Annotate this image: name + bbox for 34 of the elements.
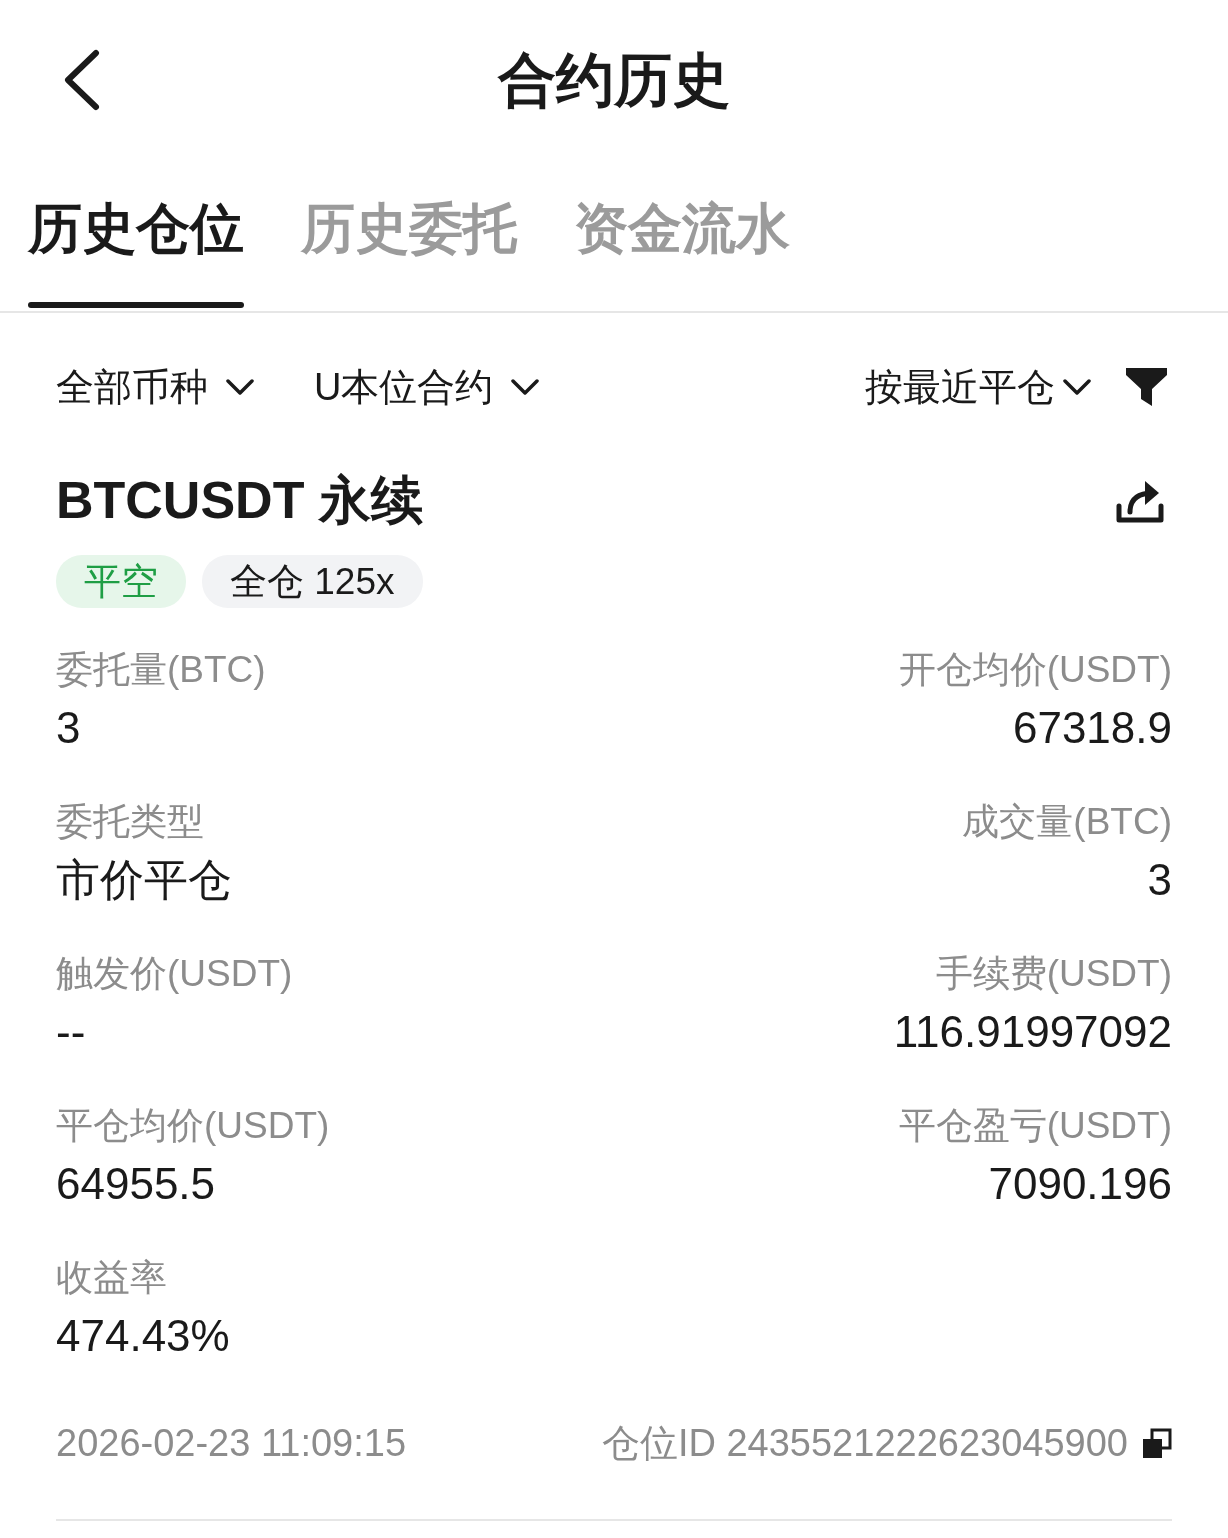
direction-tag: 平空 [56, 555, 186, 608]
field-label: 开仓均价(USDT) [898, 648, 1172, 692]
field-label: 委托类型 [56, 800, 204, 844]
field-value: 67318.9 [1012, 702, 1172, 754]
field-label: 手续费(USDT) [935, 952, 1172, 996]
close-time: 2026-02-23 11:09:15 [56, 1421, 407, 1466]
field-value: 116.91997092 [893, 1006, 1172, 1058]
field-label: 平仓盈亏(USDT) [898, 1104, 1172, 1148]
chevron-down-icon [226, 379, 254, 395]
chevron-down-icon [1063, 379, 1091, 395]
field-value: -- [56, 1006, 86, 1058]
field-value: 3 [56, 702, 81, 754]
field-value: 474.43% [56, 1310, 230, 1362]
contract-symbol: BTCUSDT 永续 [56, 470, 423, 530]
filter-icon[interactable] [1125, 367, 1168, 407]
field-label: 成交量(BTC) [962, 800, 1172, 844]
field-label: 平仓均价(USDT) [56, 1104, 330, 1148]
page-title: 合约历史 [498, 46, 730, 114]
position-id: 仓位ID 2435521222623045900 [601, 1421, 1128, 1466]
chevron-down-icon [511, 379, 540, 395]
field-label: 收益率 [56, 1256, 167, 1300]
copy-icon[interactable] [1142, 1428, 1172, 1458]
margin-mode-tag: 全仓 125x [202, 555, 423, 608]
tab[interactable]: 历史仓位 [28, 160, 244, 311]
sort-dropdown[interactable]: 按最近平仓 [865, 360, 1091, 414]
back-icon[interactable] [62, 49, 102, 111]
field-label: 委托量(BTC) [56, 648, 266, 692]
field-value: 市价平仓 [56, 854, 232, 906]
field-label: 触发价(USDT) [56, 952, 293, 996]
filter-dropdown[interactable]: 全部币种 [56, 360, 254, 414]
field-value: 3 [1147, 854, 1172, 906]
field-value: 64955.5 [56, 1158, 216, 1210]
filter-dropdown[interactable]: U本位合约 [314, 360, 540, 414]
field-value: 7090.196 [988, 1158, 1172, 1210]
